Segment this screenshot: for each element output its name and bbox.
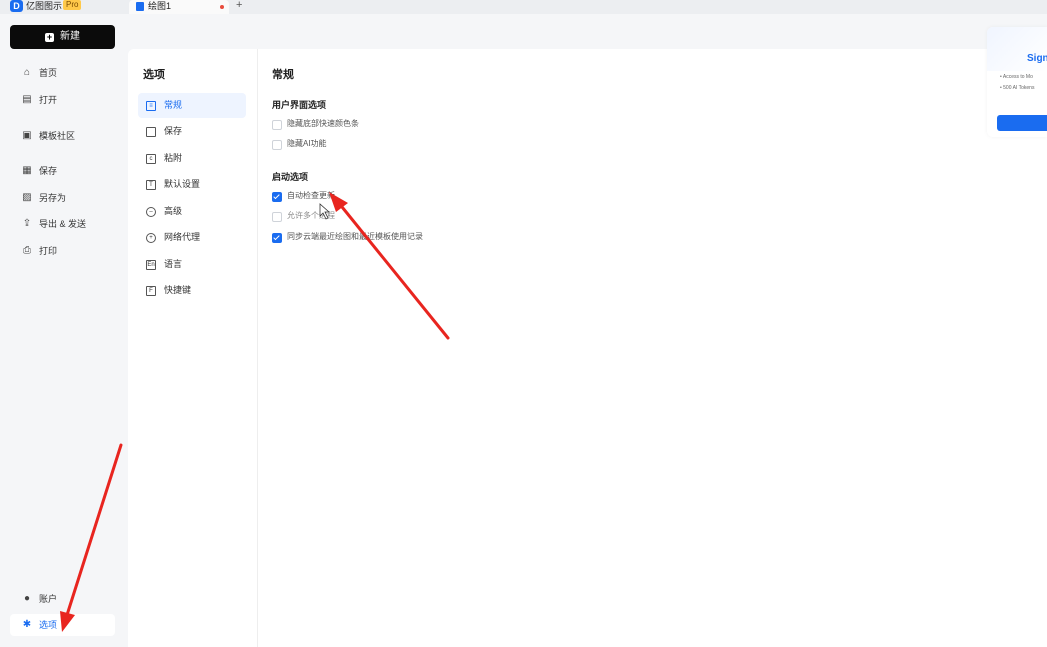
nav-item-label: 保存	[39, 166, 58, 176]
promo-line: • Access to Mo	[1000, 74, 1033, 80]
add-tab-button[interactable]: +	[236, 0, 242, 11]
checkbox[interactable]	[272, 120, 282, 130]
export-icon: ⇪	[22, 218, 32, 229]
language-icon: En	[146, 260, 156, 270]
nav-item-options[interactable]: ✱ 选项	[10, 614, 115, 636]
file-open-icon: ▤	[22, 94, 32, 105]
save-icon: ▦	[22, 165, 32, 176]
page-title: 常规	[272, 69, 294, 81]
promo-line: • 500 AI Tokens	[1000, 85, 1035, 91]
menu-item-default-settings[interactable]: T 默认设置	[138, 172, 246, 197]
nav-item-template-community[interactable]: ▣ 模板社区	[10, 125, 115, 147]
nav-item-label: 另存为	[39, 193, 67, 203]
document-icon	[136, 2, 144, 11]
nav-item-label: 账户	[39, 594, 58, 604]
tab-label: 绘图1	[148, 1, 172, 11]
shortcut-icon: F	[146, 286, 156, 296]
save-as-icon: ▨	[22, 192, 32, 203]
menu-item-advanced[interactable]: – 高级	[138, 199, 246, 224]
menu-item-label: 快捷键	[164, 285, 192, 295]
sign-in-promo: Sign • Access to Mo • 500 AI Tokens	[987, 27, 1047, 137]
menu-item-shortcuts[interactable]: F 快捷键	[138, 278, 246, 303]
save-icon	[146, 127, 156, 137]
menu-item-label: 保存	[164, 126, 183, 136]
nav-item-label: 打印	[39, 246, 58, 256]
proxy-icon: +	[146, 233, 156, 243]
menu-item-label: 网络代理	[164, 232, 201, 242]
print-icon: ⎙	[23, 245, 31, 256]
nav-item-label: 导出 & 发送	[39, 219, 87, 229]
plus-icon: +	[45, 32, 54, 42]
panel-divider	[257, 49, 258, 647]
menu-item-snap[interactable]: c 粘附	[138, 146, 246, 171]
nav-item-account[interactable]: ● 账户	[10, 588, 115, 610]
menu-item-general[interactable]: ≡ 常规	[138, 93, 246, 118]
menu-item-label: 常规	[164, 100, 183, 110]
nav-item-label: 模板社区	[39, 131, 76, 141]
app-logo-icon: D	[10, 0, 23, 12]
menu-item-label: 高级	[164, 206, 183, 216]
snap-icon: c	[146, 154, 156, 164]
option-label: 隐藏底部快速颜色条	[287, 119, 359, 128]
nav-item-label: 首页	[39, 68, 58, 78]
account-icon: ●	[23, 593, 31, 604]
menu-item-language[interactable]: En 语言	[138, 252, 246, 277]
nav-item-save-as[interactable]: ▨ 另存为	[10, 187, 115, 209]
promo-button[interactable]	[997, 115, 1047, 131]
menu-item-label: 语言	[164, 259, 183, 269]
default-settings-icon: T	[146, 180, 156, 190]
new-button-label: 新建	[60, 31, 80, 42]
checkbox[interactable]	[272, 212, 282, 222]
option-label: 自动检查更新	[287, 191, 335, 200]
template-icon: ▣	[22, 130, 32, 141]
nav-item-export-send[interactable]: ⇪ 导出 & 发送	[10, 213, 115, 235]
checkbox[interactable]	[272, 140, 282, 150]
nav-item-label: 选项	[39, 620, 58, 630]
menu-item-label: 默认设置	[164, 179, 201, 189]
option-label: 允许多个进程	[287, 211, 335, 220]
startup-options-heading: 启动选项	[272, 172, 309, 182]
gear-icon: ✱	[22, 619, 32, 630]
menu-item-label: 粘附	[164, 153, 183, 163]
tab-drawing[interactable]: 绘图1	[129, 0, 229, 14]
nav-item-label: 打开	[39, 95, 58, 105]
ui-options-heading: 用户界面选项	[272, 100, 327, 110]
home-icon: ⌂	[23, 67, 31, 78]
pro-badge: Pro	[63, 0, 82, 10]
nav-item-print[interactable]: ⎙ 打印	[10, 240, 115, 262]
options-panel	[128, 49, 1047, 647]
options-title: 选项	[143, 69, 165, 81]
checkbox-checked[interactable]	[272, 192, 282, 202]
general-icon: ≡	[146, 101, 156, 111]
checkbox-checked[interactable]	[272, 233, 282, 243]
unsaved-dot-icon	[220, 5, 224, 9]
option-label: 同步云端最近绘图和最近模板使用记录	[287, 232, 423, 241]
title-bar: D 亿图图示 Pro 绘图1 +	[0, 0, 1047, 14]
nav-item-home[interactable]: ⌂ 首页	[10, 62, 115, 84]
app-name: 亿图图示	[26, 1, 63, 11]
nav-item-open[interactable]: ▤ 打开	[10, 89, 115, 111]
promo-header	[987, 27, 1047, 71]
option-label: 隐藏AI功能	[287, 139, 327, 148]
advanced-icon: –	[146, 207, 156, 217]
promo-title: Sign	[1027, 53, 1047, 64]
nav-item-save[interactable]: ▦ 保存	[10, 160, 115, 182]
menu-item-save[interactable]: 保存	[138, 119, 246, 144]
menu-item-network-proxy[interactable]: + 网络代理	[138, 225, 246, 250]
new-button[interactable]: + 新建	[10, 25, 115, 49]
